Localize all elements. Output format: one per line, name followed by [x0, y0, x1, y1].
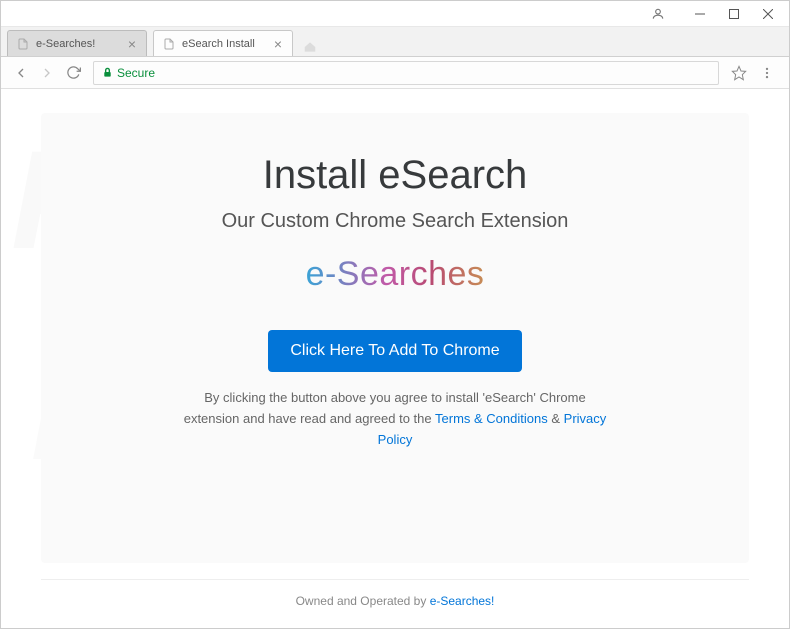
- agreement-text: By clicking the button above you agree t…: [175, 388, 615, 450]
- tab-esearch-install[interactable]: eSearch Install ×: [153, 30, 293, 56]
- page-icon: [162, 37, 176, 51]
- bookmark-icon[interactable]: [727, 61, 751, 85]
- minimize-button[interactable]: [683, 3, 717, 25]
- window-titlebar: [1, 1, 789, 27]
- tab-close-icon[interactable]: ×: [126, 36, 138, 52]
- terms-link[interactable]: Terms & Conditions: [435, 411, 548, 426]
- brand-logo: e-Searches: [306, 255, 485, 294]
- secure-indicator: Secure: [102, 66, 155, 80]
- close-button[interactable]: [751, 3, 785, 25]
- tab-esearches[interactable]: e-Searches! ×: [7, 30, 147, 56]
- reload-button[interactable]: [61, 61, 85, 85]
- page-subtitle: Our Custom Chrome Search Extension: [222, 210, 569, 233]
- maximize-button[interactable]: [717, 3, 751, 25]
- install-card: Install eSearch Our Custom Chrome Search…: [41, 113, 749, 563]
- back-button[interactable]: [9, 61, 33, 85]
- page-heading: Install eSearch: [263, 153, 528, 198]
- add-to-chrome-button[interactable]: Click Here To Add To Chrome: [268, 330, 521, 372]
- page-icon: [16, 37, 30, 51]
- tab-title: e-Searches!: [36, 38, 122, 50]
- footer-link[interactable]: e-Searches!: [430, 594, 495, 608]
- new-tab-button[interactable]: [299, 38, 321, 56]
- user-icon[interactable]: [641, 3, 675, 25]
- agreement-amp: &: [551, 411, 563, 426]
- address-bar-row: Secure: [1, 57, 789, 89]
- menu-icon[interactable]: [755, 61, 779, 85]
- tab-strip: e-Searches! × eSearch Install ×: [1, 27, 789, 57]
- tab-close-icon[interactable]: ×: [272, 36, 284, 52]
- forward-button[interactable]: [35, 61, 59, 85]
- page-footer: Owned and Operated by e-Searches!: [41, 579, 749, 614]
- secure-label: Secure: [117, 66, 155, 80]
- footer-prefix: Owned and Operated by: [296, 594, 430, 608]
- browser-window: e-Searches! × eSearch Install × Secure: [0, 0, 790, 629]
- tab-title: eSearch Install: [182, 38, 268, 50]
- page-content: PC risk Install eSearch Our Custom Chrom…: [1, 89, 789, 628]
- address-bar[interactable]: Secure: [93, 61, 719, 85]
